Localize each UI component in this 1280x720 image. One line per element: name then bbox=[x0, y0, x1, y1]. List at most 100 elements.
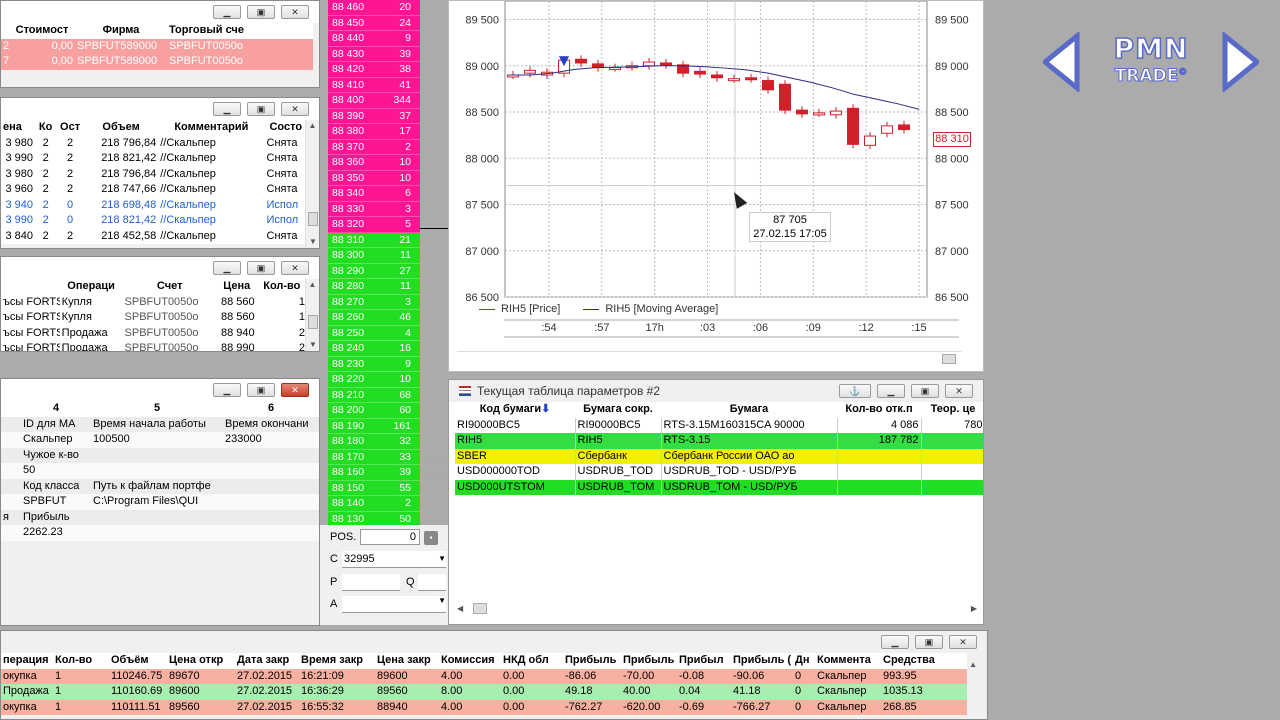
bid-level[interactable]: 88 180 32 bbox=[328, 434, 420, 450]
scroll-up-icon[interactable]: ▲ bbox=[969, 659, 977, 671]
minimize-button[interactable]: ▁ bbox=[877, 384, 905, 398]
maximize-button[interactable]: ▣ bbox=[247, 383, 275, 397]
bid-level[interactable]: 88 200 60 bbox=[328, 403, 420, 419]
ask-level[interactable]: 88 360 10 bbox=[328, 155, 420, 171]
scroll-thumb[interactable] bbox=[942, 354, 956, 364]
table-row[interactable]: окупка 1 110246.75 89670 27.02.2015 16:21:09 8… bbox=[1, 668, 967, 684]
column-header-sorted[interactable]: Код бумаги⬇ bbox=[455, 402, 575, 418]
scroll-down-icon[interactable]: ▼ bbox=[306, 339, 319, 351]
table-row[interactable]: я Прибыль bbox=[1, 509, 319, 525]
ask-level[interactable]: 88 380 17 bbox=[328, 124, 420, 140]
scroll-up-icon[interactable]: ▲ bbox=[306, 120, 319, 132]
close-button[interactable]: ✕ bbox=[281, 102, 309, 116]
ask-level[interactable]: 88 450 24 bbox=[328, 15, 420, 31]
horizontal-scrollbar[interactable] bbox=[457, 351, 962, 365]
bid-level[interactable]: 88 280 11 bbox=[328, 279, 420, 295]
maximize-button[interactable]: ▣ bbox=[247, 5, 275, 19]
dropdown-icon[interactable]: ▼ bbox=[438, 596, 446, 605]
ask-level[interactable]: 88 400 344 bbox=[328, 93, 420, 109]
column-header[interactable]: Торговый сче bbox=[167, 23, 257, 39]
price-chart[interactable]: 89 500 89 500 89 000 89 000 88 500 88 500 88 0… bbox=[449, 1, 984, 372]
window-titlebar[interactable]: ▁ ▣ ✕ bbox=[1, 379, 319, 401]
table-row[interactable]: ъсы FORTS Продажа SPBFUT0050o 88 990 2 bbox=[1, 341, 307, 351]
table-row[interactable]: окупка 1 110111.51 89560 27.02.2015 16:55:32 8… bbox=[1, 699, 967, 715]
scroll-thumb[interactable] bbox=[308, 315, 318, 329]
bid-level[interactable]: 88 300 11 bbox=[328, 248, 420, 264]
pin-button[interactable]: ⚓ bbox=[839, 384, 871, 398]
table-row[interactable]: SBER Сбербанк Сбербанк России ОАО ао bbox=[455, 448, 983, 464]
ask-level[interactable]: 88 390 37 bbox=[328, 108, 420, 124]
window-titlebar[interactable]: Текущая таблица параметров #2 ⚓ ▁ ▣ ✕ bbox=[449, 380, 983, 402]
minimize-button[interactable]: ▁ bbox=[213, 102, 241, 116]
vertical-scrollbar[interactable]: ▲ ▼ bbox=[305, 279, 319, 351]
table-row[interactable]: 3 980 2 2 218 796,84//Скальпер Снята bbox=[1, 167, 307, 183]
table-row[interactable]: RI90000BC5 RI90000BC5 RTS-3.15M160315CA 90… bbox=[455, 417, 983, 433]
scroll-thumb[interactable] bbox=[473, 603, 487, 614]
close-button[interactable]: ✕ bbox=[949, 635, 977, 649]
bid-level[interactable]: 88 160 39 bbox=[328, 465, 420, 481]
bid-level[interactable]: 88 190 161 bbox=[328, 418, 420, 434]
scroll-left-icon[interactable]: ◀ bbox=[457, 603, 463, 615]
table-row[interactable]: USD000UTSTOM USDRUB_TOM USDRUB_TOM - USD/Р… bbox=[455, 479, 983, 495]
bid-level[interactable]: 88 250 4 bbox=[328, 325, 420, 341]
minimize-button[interactable]: ▁ bbox=[213, 383, 241, 397]
bid-level[interactable]: 88 270 3 bbox=[328, 294, 420, 310]
ask-level[interactable]: 88 430 39 bbox=[328, 46, 420, 62]
table-row[interactable]: 3 990 2 2 218 821,42//Скальпер Снята bbox=[1, 151, 307, 167]
p-field[interactable] bbox=[342, 574, 400, 591]
ask-level[interactable]: 88 420 38 bbox=[328, 62, 420, 78]
table-row[interactable]: Чужое к-во bbox=[1, 447, 319, 463]
ask-level[interactable]: 88 370 2 bbox=[328, 139, 420, 155]
ask-level[interactable]: 88 460 20 bbox=[328, 0, 420, 16]
ask-level[interactable]: 88 350 10 bbox=[328, 170, 420, 186]
bid-level[interactable]: 88 210 68 bbox=[328, 387, 420, 403]
table-row[interactable]: 3 990 2 0 218 821,42//Скальпер Испол bbox=[1, 213, 307, 229]
close-button[interactable]: ✕ bbox=[281, 261, 309, 275]
pos-field[interactable]: 0 bbox=[360, 529, 420, 545]
table-row[interactable]: ID для MA Время начала работы Время оконча… bbox=[1, 416, 319, 432]
table-row[interactable]: ъсы FORTS Продажа SPBFUT0050o 88 940 2 bbox=[1, 326, 307, 342]
bid-level[interactable]: 88 290 27 bbox=[328, 263, 420, 279]
q-field[interactable] bbox=[418, 574, 446, 591]
bid-level[interactable]: 88 220 10 bbox=[328, 372, 420, 388]
window-titlebar[interactable]: ▁ ▣ ✕ bbox=[1, 257, 319, 279]
maximize-button[interactable]: ▣ bbox=[247, 102, 275, 116]
table-row[interactable]: Код класса Путь к файлам портфе bbox=[1, 478, 319, 494]
table-row[interactable]: RIH5 RIH5 RTS-3.15 187 782 bbox=[455, 433, 983, 449]
table-row[interactable]: 50 bbox=[1, 463, 319, 479]
bid-level[interactable]: 88 240 16 bbox=[328, 341, 420, 357]
table-row[interactable]: USD000000TOD USDRUB_TOD USDRUB_TOD - USD/Р… bbox=[455, 464, 983, 480]
window-titlebar[interactable]: ▁ ▣ ✕ bbox=[1, 631, 987, 653]
horizontal-scrollbar[interactable]: ◀ ▶ bbox=[457, 602, 977, 616]
table-row[interactable]: 7 0,00 SPBFUT589000 SPBFUT0050o bbox=[1, 54, 313, 70]
ask-level[interactable]: 88 440 9 bbox=[328, 31, 420, 47]
minimize-button[interactable]: ▁ bbox=[881, 635, 909, 649]
a-field[interactable]: ▼ bbox=[342, 596, 446, 613]
close-button[interactable]: ✕ bbox=[281, 5, 309, 19]
minimize-button[interactable]: ▁ bbox=[213, 261, 241, 275]
scroll-up-icon[interactable]: ▲ bbox=[306, 279, 319, 291]
table-row[interactable]: SPBFUT C:\Program Files\QUI bbox=[1, 494, 319, 510]
scroll-right-icon[interactable]: ▶ bbox=[971, 603, 977, 615]
table-row[interactable]: Скальпер 100500 233000 bbox=[1, 432, 319, 448]
bid-level[interactable]: 88 140 2 bbox=[328, 496, 420, 512]
maximize-button[interactable]: ▣ bbox=[915, 635, 943, 649]
close-button[interactable]: ✕ bbox=[945, 384, 973, 398]
scroll-down-icon[interactable]: ▼ bbox=[306, 236, 319, 248]
minimize-button[interactable]: ▁ bbox=[213, 5, 241, 19]
close-button[interactable]: ✕ bbox=[281, 383, 309, 397]
maximize-button[interactable]: ▣ bbox=[247, 261, 275, 275]
table-row[interactable]: 3 960 2 2 218 747,66//Скальпер Снята bbox=[1, 182, 307, 198]
ask-level[interactable]: 88 410 41 bbox=[328, 77, 420, 93]
table-row[interactable]: 3 840 2 2 218 452,58//Скальпер Снята bbox=[1, 229, 307, 245]
table-row[interactable]: 3 940 2 0 218 698,48//Скальпер Испол bbox=[1, 198, 307, 214]
table-row[interactable]: 2262.23 bbox=[1, 525, 319, 541]
maximize-button[interactable]: ▣ bbox=[911, 384, 939, 398]
window-titlebar[interactable]: ▁ ▣ ✕ bbox=[1, 98, 319, 120]
table-row[interactable]: ъсы FORTS Купля SPBFUT0050o 88 560 1 bbox=[1, 310, 307, 326]
table-row[interactable]: ъсы FORTS Купля SPBFUT0050o 88 560 1 bbox=[1, 295, 307, 311]
ask-level[interactable]: 88 320 5 bbox=[328, 217, 420, 233]
table-row[interactable]: 3 980 2 2 218 796,84//Скальпер Снята bbox=[1, 136, 307, 152]
column-header[interactable]: Стоимост bbox=[9, 23, 75, 39]
bid-level[interactable]: 88 310 21 bbox=[328, 232, 420, 248]
